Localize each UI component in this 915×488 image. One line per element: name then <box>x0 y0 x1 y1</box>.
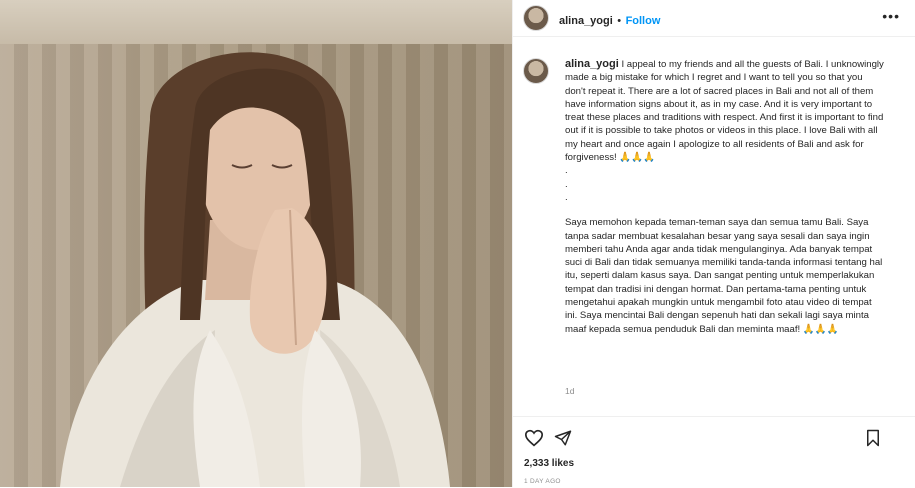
caption-dot: . <box>565 178 568 190</box>
more-options-icon[interactable]: ••• <box>882 8 900 24</box>
caption-dot: . <box>565 191 568 203</box>
post-header: alina_yogi • Follow ••• <box>513 0 915 37</box>
caption-username[interactable]: alina_yogi <box>565 58 619 70</box>
bookmark-icon[interactable] <box>865 429 881 447</box>
author-username[interactable]: alina_yogi <box>559 15 613 27</box>
post-actions-bar <box>513 416 915 488</box>
post-date: 1 DAY AGO <box>524 478 561 485</box>
caption-dot: . <box>565 165 568 177</box>
author-line: alina_yogi • Follow <box>559 11 660 29</box>
post-side-panel: alina_yogi • Follow ••• alina_yogi I app… <box>512 0 915 487</box>
author-avatar[interactable] <box>523 5 549 31</box>
caption-indonesian-text: Saya memohon kepada teman-teman saya dan… <box>565 217 885 335</box>
caption-avatar[interactable] <box>523 58 549 84</box>
post-caption: alina_yogi I appeal to my friends and al… <box>565 58 885 336</box>
caption-english-text: I appeal to my friends and all the guest… <box>565 59 887 164</box>
follow-button[interactable]: Follow <box>626 15 661 27</box>
heart-icon[interactable] <box>524 429 544 447</box>
likes-count[interactable]: 2,333 likes <box>524 458 574 469</box>
caption-time-ago[interactable]: 1d <box>565 386 574 396</box>
praying-woman-figure <box>60 52 450 487</box>
author-separator: • <box>617 15 622 27</box>
send-icon[interactable] <box>554 429 572 447</box>
instagram-post: alina_yogi • Follow ••• alina_yogi I app… <box>0 0 915 487</box>
post-photo <box>0 0 512 487</box>
